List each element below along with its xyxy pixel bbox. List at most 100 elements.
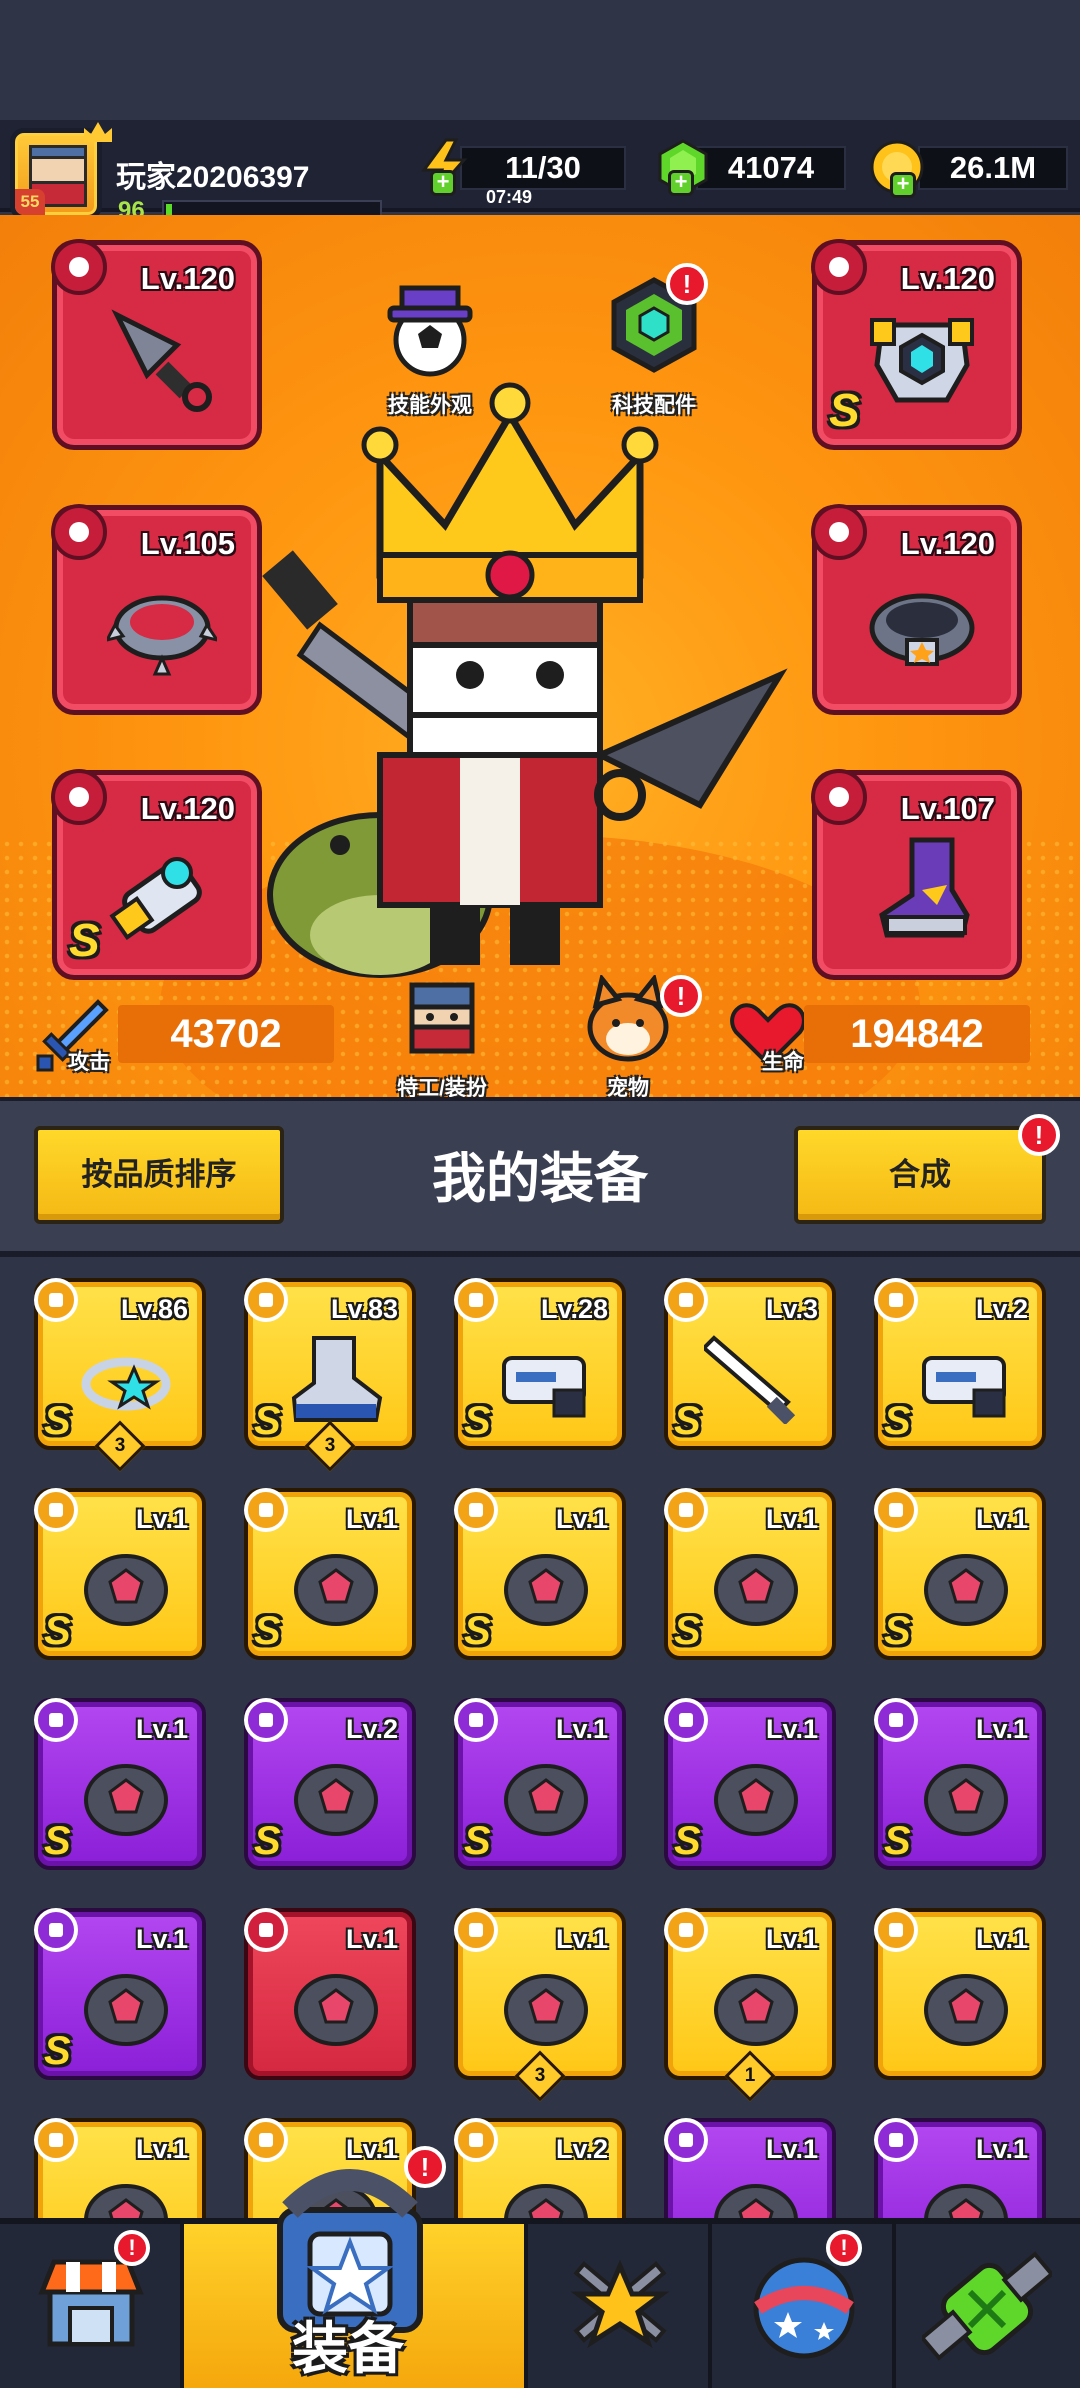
item-category-icon [34, 2118, 78, 2162]
inventory-item[interactable]: Lv.2 [454, 2118, 626, 2218]
gem-counter[interactable]: 41074 [696, 146, 846, 190]
inventory-item[interactable]: Lv.86 S 3 [34, 1278, 206, 1472]
slot-rank: S [829, 384, 860, 436]
nav-tab-planet[interactable] [712, 2224, 896, 2388]
inventory-item[interactable]: Lv.1 [874, 1908, 1046, 2080]
slot-level: Lv.105 [140, 526, 235, 561]
item-level: Lv.1 [135, 1714, 188, 1744]
inventory-item[interactable]: Lv.2 S [874, 1278, 1046, 1450]
equip-slot-weapon[interactable]: Lv.120 [51, 239, 262, 450]
inventory-item[interactable]: Lv.1 S [664, 1698, 836, 1870]
inventory-item[interactable]: Lv.1 [664, 2118, 836, 2218]
status-area [0, 0, 1080, 120]
item-category-icon [244, 1698, 288, 1742]
power-gauntlet-icon [109, 857, 202, 941]
nav-tab-shop[interactable] [0, 2224, 184, 2388]
pet-alert-badge: ! [660, 975, 702, 1017]
equipment-item-icon [924, 1764, 1008, 1836]
energy-add-button[interactable]: + [430, 170, 456, 196]
inventory-item[interactable]: Lv.1 S [454, 1698, 626, 1870]
item-category-icon [664, 1488, 708, 1532]
equip-slot-necklace[interactable]: Lv.105 [51, 504, 262, 715]
inventory-item[interactable]: Lv.2 S [244, 1698, 416, 1870]
inventory-item[interactable]: Lv.1 [34, 2118, 206, 2218]
item-category-icon [874, 1488, 918, 1532]
equip-slot-boots[interactable]: Lv.107 [811, 769, 1022, 980]
merge-button[interactable]: 合成 [794, 1126, 1046, 1224]
equip-slot-armor[interactable]: Lv.120 S [811, 239, 1022, 450]
inventory-item[interactable]: Lv.1 S [874, 1698, 1046, 1870]
item-level: Lv.1 [975, 1504, 1028, 1534]
inventory-item[interactable]: Lv.1 S [664, 1488, 836, 1660]
inventory-item[interactable]: Lv.1 3 [454, 1908, 626, 2102]
inventory-item[interactable]: Lv.1 S [34, 1698, 206, 1870]
gem-add-button[interactable]: + [668, 170, 694, 196]
inventory-item[interactable]: Lv.83 S 3 [244, 1278, 416, 1472]
hero-character-art [262, 382, 788, 978]
hero-panel: Lv.120 Lv.105 Lv.120 S Lv.120 S Lv.120 L… [0, 215, 1080, 1097]
item-category-icon [34, 1908, 78, 1952]
inventory-item[interactable]: Lv.1 S [244, 1488, 416, 1660]
agent-costume-label: 特工/装扮 [397, 1077, 487, 1097]
inventory-item[interactable]: Lv.1 [874, 2118, 1046, 2218]
skill-look-button[interactable]: 技能外观 [370, 270, 490, 419]
battle-star-icon [570, 2259, 670, 2348]
item-star-count: 3 [324, 1435, 336, 1456]
equipment-item-icon [714, 1764, 798, 1836]
inventory-item[interactable]: Lv.3 S [664, 1278, 836, 1450]
equipment-item-icon [704, 1335, 796, 1424]
item-rank: S [464, 1819, 491, 1863]
kunai-icon [111, 309, 212, 412]
item-level: Lv.1 [765, 1714, 818, 1744]
inventory-item[interactable]: Lv.1 S [34, 1908, 206, 2080]
boots-category-icon [811, 769, 867, 825]
inventory-item[interactable]: Lv.1 S [34, 1488, 206, 1660]
inventory-item[interactable]: Lv.1 S [874, 1488, 1046, 1660]
skill-look-label: 技能外观 [388, 394, 472, 417]
item-rank: S [884, 1399, 911, 1443]
nav-tab-battle[interactable] [528, 2224, 712, 2388]
equipment-item-icon [714, 2184, 798, 2218]
coin-add-button[interactable]: + [890, 172, 916, 198]
equipment-item-icon [924, 1974, 1008, 2046]
weapon-category-icon [51, 239, 107, 295]
item-category-icon [874, 1278, 918, 1322]
inventory-item[interactable]: Lv.28 S [454, 1278, 626, 1450]
nav-tab-lab[interactable] [896, 2224, 1080, 2388]
item-rank: S [674, 1399, 701, 1443]
shop-alert-badge: ! [114, 2230, 150, 2266]
mech-armor-icon [870, 318, 974, 403]
equip-slot-belt[interactable]: Lv.120 [811, 504, 1022, 715]
agent-costume-button[interactable]: 特工/装扮 [382, 975, 502, 1097]
inventory-item[interactable]: Lv.1 1 [664, 1908, 836, 2102]
item-star-count: 3 [114, 1435, 126, 1456]
item-level: Lv.2 [975, 1294, 1028, 1324]
item-rank: S [464, 1399, 491, 1443]
item-rank: S [884, 1609, 911, 1653]
item-level: Lv.1 [765, 1504, 818, 1534]
item-rank: S [884, 1819, 911, 1863]
inventory-item[interactable]: Lv.1 S [454, 1488, 626, 1660]
equipment-item-icon [294, 1554, 378, 1626]
item-level: Lv.1 [555, 1924, 608, 1954]
equipment-item-icon [81, 1357, 171, 1411]
energy-counter[interactable]: 11/30 [460, 146, 626, 190]
sort-by-quality-button[interactable]: 按品质排序 [34, 1126, 284, 1224]
attack-label: 攻击 [68, 1051, 110, 1074]
equipment-item-icon [504, 1554, 588, 1626]
equipment-item-icon [84, 1554, 168, 1626]
coin-counter[interactable]: 26.1M [918, 146, 1068, 190]
tech-parts-alert-badge: ! [666, 263, 708, 305]
equipment-item-icon [922, 1356, 1006, 1418]
planet-alert-badge: ! [826, 2230, 862, 2266]
item-rank: S [44, 1609, 71, 1653]
equip-slot-gloves[interactable]: Lv.120 S [51, 769, 262, 980]
item-rank: S [44, 1399, 71, 1443]
item-level: Lv.1 [975, 1714, 1028, 1744]
item-category-icon [454, 1698, 498, 1742]
item-star-badge: 3 [304, 1420, 356, 1472]
item-rank: S [254, 1609, 281, 1653]
item-category-icon [454, 1908, 498, 1952]
inventory-item[interactable]: Lv.1 [244, 1908, 416, 2080]
belt-category-icon [811, 504, 867, 560]
